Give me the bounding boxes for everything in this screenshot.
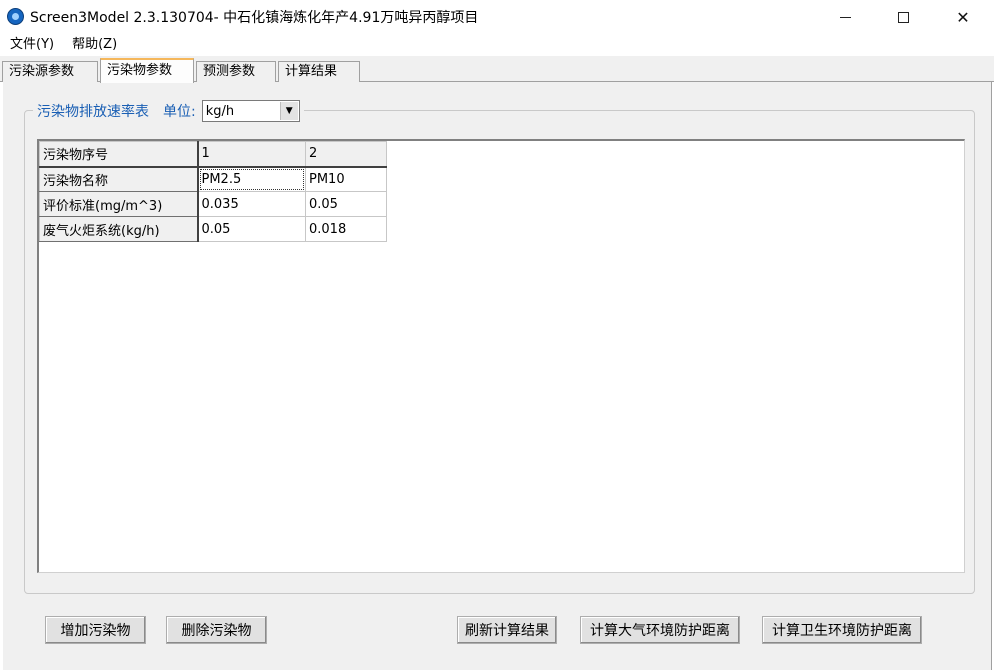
minimize-icon <box>839 16 851 18</box>
table-row: 评价标准(mg/m^3) 0.035 0.05 <box>39 191 387 217</box>
unit-label: 单位: <box>163 104 196 120</box>
menu-bar: 文件(Y) 帮助(Z) <box>0 34 994 56</box>
title-bar: Screen3Model 2.3.130704- 中石化镇海炼化年产4.91万吨… <box>0 0 994 34</box>
table-cell[interactable]: 0.035 <box>197 191 306 217</box>
refresh-results-button[interactable]: 刷新计算结果 <box>457 616 557 644</box>
delete-pollutant-button[interactable]: 删除污染物 <box>166 616 267 644</box>
table-cell[interactable]: PM10 <box>305 166 387 192</box>
calc-atmospheric-distance-button[interactable]: 计算大气环境防护距离 <box>580 616 740 644</box>
row-header-source: 废气火炬系统(kg/h) <box>39 216 199 242</box>
pollutant-table: 污染物序号 1 2 污染物名称 PM2.5 PM10 评价标准(mg/m^3) … <box>39 141 387 242</box>
table-cell[interactable]: 0.05 <box>305 191 387 217</box>
table-cell[interactable]: PM2.5 <box>197 166 306 192</box>
header-cell-2[interactable]: 2 <box>305 141 387 168</box>
row-header-name: 污染物名称 <box>39 166 199 192</box>
close-button[interactable]: ✕ <box>940 0 986 34</box>
header-cell-label: 污染物序号 <box>39 141 199 168</box>
minimize-button[interactable] <box>822 0 868 34</box>
calc-health-distance-button[interactable]: 计算卫生环境防护距离 <box>762 616 922 644</box>
group-header: 污染物排放速率表 单位: kg/h ▼ <box>33 100 304 122</box>
unit-value: kg/h <box>205 103 235 119</box>
tab-pollutant-params[interactable]: 污染物参数 <box>100 58 194 83</box>
table-cell[interactable]: 0.018 <box>305 216 387 242</box>
menu-file[interactable]: 文件(Y) <box>1 34 63 56</box>
table-cell[interactable]: 0.05 <box>197 216 306 242</box>
close-icon: ✕ <box>956 7 970 27</box>
table-row: 废气火炬系统(kg/h) 0.05 0.018 <box>39 216 387 242</box>
pollutant-grid[interactable]: 污染物序号 1 2 污染物名称 PM2.5 PM10 评价标准(mg/m^3) … <box>37 139 965 573</box>
app-icon <box>7 8 24 25</box>
menu-help[interactable]: 帮助(Z) <box>63 34 126 56</box>
maximize-button[interactable] <box>880 0 926 34</box>
table-header-row: 污染物序号 1 2 <box>39 141 387 168</box>
table-row: 污染物名称 PM2.5 PM10 <box>39 166 387 192</box>
tab-content-panel: 污染物排放速率表 单位: kg/h ▼ 污染物序号 1 2 污染物名称 PM2.… <box>2 82 992 670</box>
dropdown-arrow-icon[interactable]: ▼ <box>279 102 298 120</box>
header-cell-1[interactable]: 1 <box>197 141 306 168</box>
add-pollutant-button[interactable]: 增加污染物 <box>45 616 146 644</box>
tab-strip: 污染源参数 污染物参数 预测参数 计算结果 <box>0 56 994 83</box>
window-title: Screen3Model 2.3.130704- 中石化镇海炼化年产4.91万吨… <box>30 10 479 26</box>
unit-select[interactable]: kg/h ▼ <box>201 100 300 122</box>
tab-calc-results[interactable]: 计算结果 <box>278 61 360 83</box>
row-header-standard: 评价标准(mg/m^3) <box>39 191 199 217</box>
tab-prediction-params[interactable]: 预测参数 <box>196 61 276 83</box>
maximize-icon <box>897 11 909 23</box>
tab-source-params[interactable]: 污染源参数 <box>2 61 98 83</box>
group-title: 污染物排放速率表 <box>37 104 149 120</box>
